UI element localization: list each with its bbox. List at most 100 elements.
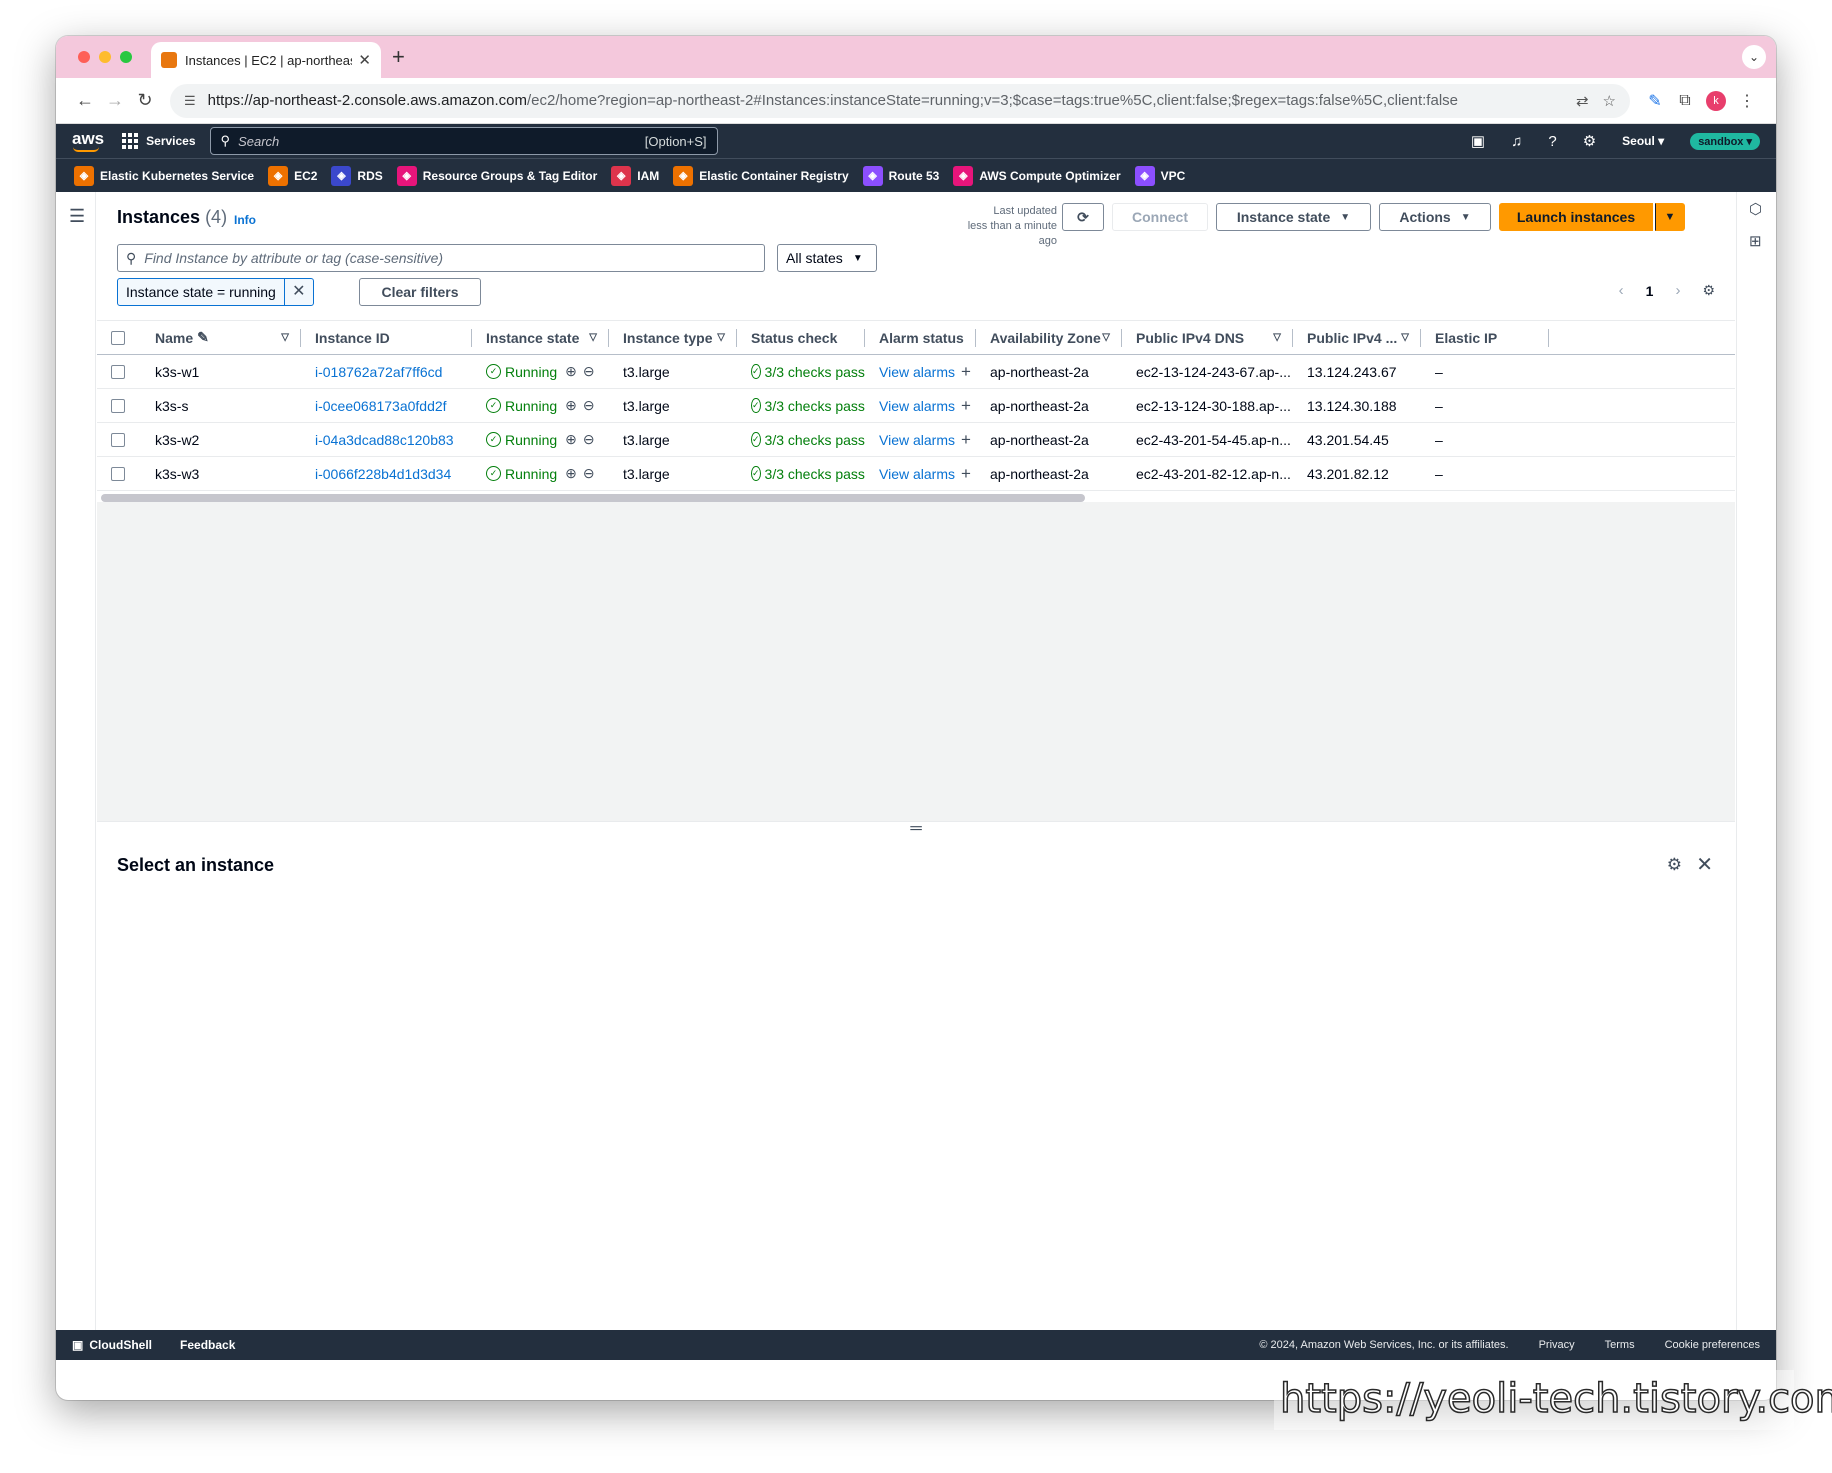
extension-pin-icon[interactable]: ✎ <box>1640 91 1670 111</box>
favorite-item[interactable]: ◈ Resource Groups & Tag Editor <box>396 165 597 186</box>
settings-gear-icon[interactable]: ⚙ <box>1583 132 1596 150</box>
column-header[interactable]: Status check <box>737 321 865 354</box>
instance-id-link[interactable]: i-04a3dcad88c120b83 <box>315 432 454 448</box>
zoom-in-icon[interactable]: ⊕ <box>565 465 577 482</box>
privacy-link[interactable]: Privacy <box>1539 1339 1575 1351</box>
row-checkbox[interactable] <box>111 466 125 481</box>
remove-filter-close-icon[interactable]: ✕ <box>285 279 313 305</box>
next-page-chevron-icon[interactable]: › <box>1675 282 1680 299</box>
terms-link[interactable]: Terms <box>1605 1339 1635 1351</box>
services-menu-button[interactable]: Services <box>122 133 196 149</box>
edit-pencil-icon[interactable]: ✎ <box>197 329 209 346</box>
favorite-item[interactable]: ◈ RDS <box>331 165 383 186</box>
column-header[interactable]: Name ✎ ▽ <box>141 321 301 354</box>
column-header[interactable]: Alarm status <box>865 321 976 354</box>
table-row[interactable]: k3s-w2 i-04a3dcad88c120b83 ✓ Running ⊕ ⊖ t3.la… <box>97 423 1735 457</box>
close-tab-icon[interactable]: ✕ <box>358 51 371 69</box>
view-alarms-link[interactable]: View alarms <box>879 364 955 380</box>
launch-instances-button[interactable]: Launch instances <box>1499 203 1653 231</box>
view-alarms-link[interactable]: View alarms <box>879 432 955 448</box>
row-checkbox[interactable] <box>111 364 125 379</box>
scrollbar-thumb[interactable] <box>101 494 1085 502</box>
new-tab-button[interactable]: + <box>392 44 405 70</box>
select-all-checkbox[interactable] <box>111 330 125 345</box>
cloudshell-link[interactable]: ▣ CloudShell <box>72 1338 152 1352</box>
table-row[interactable]: k3s-s i-0cee068173a0fdd2f ✓ Running ⊕ ⊖ t3.lar… <box>97 389 1735 423</box>
extensions-puzzle-icon[interactable]: ⧉ <box>1670 92 1700 110</box>
details-close-icon[interactable]: ✕ <box>1696 852 1713 877</box>
favorite-item[interactable]: ◈ Elastic Kubernetes Service <box>74 165 254 186</box>
add-alarm-plus-icon[interactable]: + <box>961 396 971 416</box>
help-icon[interactable]: ? <box>1548 133 1556 150</box>
sort-caret-icon[interactable]: ▽ <box>1273 332 1281 343</box>
tab-search-chevron-icon[interactable]: ⌄ <box>1742 45 1766 69</box>
info-panel-icon[interactable]: ⬡ <box>1749 200 1762 218</box>
cloudshell-icon[interactable]: ▣ <box>1471 132 1485 150</box>
column-header[interactable]: Instance state ▽ <box>472 321 609 354</box>
sort-caret-icon[interactable]: ▽ <box>589 332 597 343</box>
url-input[interactable]: ☰ https://ap-northeast-2.console.aws.ama… <box>170 83 1630 118</box>
add-alarm-plus-icon[interactable]: + <box>961 362 971 382</box>
favorite-item[interactable]: ◈ EC2 <box>268 165 317 186</box>
connect-button[interactable]: Connect <box>1112 203 1208 231</box>
zoom-in-icon[interactable]: ⊕ <box>565 397 577 414</box>
column-header[interactable]: Instance ID <box>301 321 472 354</box>
instance-state-dropdown[interactable]: Instance state ▼ <box>1216 203 1371 231</box>
bookmark-star-icon[interactable]: ☆ <box>1603 92 1616 110</box>
actions-dropdown[interactable]: Actions ▼ <box>1379 203 1491 231</box>
cookie-preferences-link[interactable]: Cookie preferences <box>1665 1339 1760 1351</box>
view-alarms-link[interactable]: View alarms <box>879 398 955 414</box>
previous-page-chevron-icon[interactable]: ‹ <box>1619 282 1624 299</box>
add-alarm-plus-icon[interactable]: + <box>961 430 971 450</box>
favorite-item[interactable]: ◈ AWS Compute Optimizer <box>953 165 1121 186</box>
maximize-window-button[interactable] <box>120 51 132 63</box>
forward-arrow-icon[interactable]: → <box>100 90 130 111</box>
info-link[interactable]: Info <box>234 213 256 227</box>
zoom-out-icon[interactable]: ⊖ <box>583 363 595 380</box>
sort-caret-icon[interactable]: ▽ <box>1401 332 1409 343</box>
zoom-in-icon[interactable]: ⊕ <box>565 431 577 448</box>
panel-resize-handle-icon[interactable]: ═ <box>910 820 921 838</box>
account-menu-badge[interactable]: sandbox ▾ <box>1690 132 1760 150</box>
instance-id-link[interactable]: i-018762a72af7ff6cd <box>315 364 442 380</box>
favorite-item[interactable]: ◈ IAM <box>611 165 659 186</box>
favorite-item[interactable]: ◈ Elastic Container Registry <box>673 165 849 186</box>
aws-logo[interactable]: aws <box>72 129 104 152</box>
browser-menu-icon[interactable]: ⋮ <box>1732 91 1762 111</box>
row-checkbox[interactable] <box>111 432 125 447</box>
column-header[interactable]: Public IPv4 DNS ▽ <box>1122 321 1293 354</box>
column-resizer[interactable] <box>1548 329 1549 347</box>
browser-tab-active[interactable]: Instances | EC2 | ap-northeast-2 ✕ <box>151 42 381 78</box>
back-arrow-icon[interactable]: ← <box>70 90 100 111</box>
add-alarm-plus-icon[interactable]: + <box>961 464 971 484</box>
row-checkbox[interactable] <box>111 398 125 413</box>
find-instance-input[interactable]: ⚲ Find Instance by attribute or tag (cas… <box>117 244 765 272</box>
states-filter-select[interactable]: All states ▼ <box>777 244 877 272</box>
aws-search-input[interactable]: ⚲ Search [Option+S] <box>209 127 718 155</box>
profile-avatar[interactable]: k <box>1706 90 1726 111</box>
sort-caret-icon[interactable]: ▽ <box>1102 332 1110 343</box>
zoom-in-icon[interactable]: ⊕ <box>565 363 577 380</box>
close-window-button[interactable] <box>78 51 90 63</box>
sort-caret-icon[interactable]: ▽ <box>717 332 725 343</box>
instance-id-link[interactable]: i-0cee068173a0fdd2f <box>315 398 447 414</box>
region-selector[interactable]: Seoul ▾ <box>1622 134 1664 148</box>
table-preferences-gear-icon[interactable]: ⚙ <box>1702 282 1715 299</box>
column-header[interactable]: Availability Zone ▽ <box>976 321 1122 354</box>
launch-options-dropdown[interactable]: ▼ <box>1655 203 1685 231</box>
column-header[interactable]: Instance type ▽ <box>609 321 737 354</box>
column-header[interactable]: Elastic IP <box>1421 321 1549 354</box>
favorite-item[interactable]: ◈ VPC <box>1134 165 1185 186</box>
translate-icon[interactable]: ⇄ <box>1576 92 1589 110</box>
sort-caret-icon[interactable]: ▽ <box>281 332 289 343</box>
table-row[interactable]: k3s-w3 i-0066f228b4d1d3d34 ✓ Running ⊕ ⊖ t3.la… <box>97 457 1735 491</box>
zoom-out-icon[interactable]: ⊖ <box>583 431 595 448</box>
zoom-out-icon[interactable]: ⊖ <box>583 397 595 414</box>
feedback-link[interactable]: Feedback <box>180 1338 235 1352</box>
site-info-icon[interactable]: ☰ <box>184 93 196 109</box>
view-alarms-link[interactable]: View alarms <box>879 466 955 482</box>
zoom-out-icon[interactable]: ⊖ <box>583 465 595 482</box>
clear-filters-button[interactable]: Clear filters <box>359 278 481 306</box>
feedback-panel-icon[interactable]: ⊞ <box>1749 232 1762 250</box>
notifications-bell-icon[interactable]: ♫ <box>1511 133 1522 150</box>
